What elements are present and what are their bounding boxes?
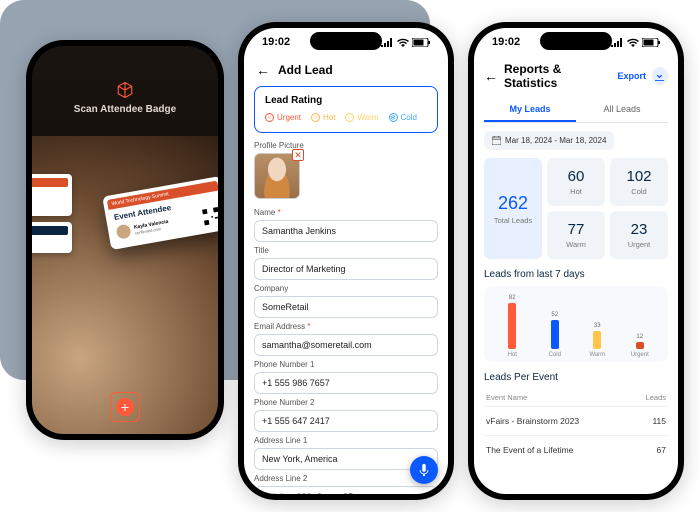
field-label: Phone Number 2 — [254, 398, 438, 407]
input-email-address[interactable]: samantha@someretail.com — [254, 334, 438, 356]
page-title: Add Lead — [278, 63, 333, 77]
phone-scan: Scan Attendee Badge Summit dee 512 669 v… — [26, 40, 224, 440]
rating-cold[interactable]: ❄Cold — [389, 113, 417, 122]
stat-urgent[interactable]: 23Urgent — [610, 211, 668, 259]
events-title: Leads Per Event — [484, 372, 668, 383]
field-label: Name — [254, 208, 438, 217]
date-range-picker[interactable]: Mar 18, 2024 - Mar 18, 2024 — [484, 131, 614, 150]
mini-badge: vs — [32, 222, 72, 253]
event-row[interactable]: vFairs - Brainstorm 2023115 — [484, 406, 668, 435]
scan-title: Scan Attendee Badge — [32, 104, 218, 115]
wifi-icon — [627, 38, 639, 47]
chart-bar: 82Hot — [500, 295, 524, 358]
rating-hot[interactable]: ○Hot — [311, 113, 335, 122]
event-row[interactable]: The Event of a Lifetime67 — [484, 435, 668, 464]
export-button[interactable]: Export — [617, 71, 646, 81]
leads-chart: 82Hot 52Cold 33Warm 12Urgent — [484, 286, 668, 362]
rating-title: Lead Rating — [265, 95, 427, 106]
signal-icon — [611, 38, 624, 47]
plus-icon: + — [116, 398, 134, 416]
qr-icon — [202, 207, 218, 226]
stat-total-leads[interactable]: 262 Total Leads — [484, 158, 542, 259]
input-phone-number-2[interactable]: +1 555 647 2417 — [254, 410, 438, 432]
download-icon — [655, 72, 664, 81]
stat-warm[interactable]: 77Warm — [547, 211, 605, 259]
avatar — [115, 224, 131, 240]
lead-rating-group: Lead Rating ○Urgent ○Hot ○Warm ❄Cold — [254, 86, 438, 133]
input-phone-number-1[interactable]: +1 555 986 7657 — [254, 372, 438, 394]
chart-title: Leads from last 7 days — [484, 269, 668, 280]
field-label: Title — [254, 246, 438, 255]
input-title[interactable]: Director of Marketing — [254, 258, 438, 280]
tab-my-leads[interactable]: My Leads — [484, 98, 576, 122]
microphone-icon — [418, 463, 430, 477]
wifi-icon — [397, 38, 409, 47]
battery-icon — [412, 38, 430, 47]
field-label: Phone Number 1 — [254, 360, 438, 369]
page-title: Reports & Statistics — [504, 62, 605, 90]
remove-photo-button[interactable]: ✕ — [292, 149, 304, 161]
mini-badge: Summit dee 512 669 — [32, 174, 72, 216]
download-button[interactable] — [652, 67, 668, 85]
voice-input-button[interactable] — [410, 456, 438, 484]
battery-icon — [642, 38, 660, 47]
scan-capture-button[interactable]: + — [110, 392, 140, 422]
input-company[interactable]: SomeRetail — [254, 296, 438, 318]
chart-bar: 33Warm — [585, 323, 609, 358]
back-button[interactable]: ← — [256, 62, 270, 78]
profile-picture-label: Profile Picture — [254, 141, 438, 150]
app-logo-icon — [115, 80, 135, 100]
rating-urgent[interactable]: ○Urgent — [265, 113, 301, 122]
phone-reports: 19:02 ← Reports & Statistics Export My L… — [468, 22, 684, 500]
rating-warm[interactable]: ○Warm — [345, 113, 378, 122]
chart-bar: 12Urgent — [628, 334, 652, 358]
status-time: 19:02 — [262, 36, 290, 48]
field-label: Email Address — [254, 322, 438, 331]
tab-all-leads[interactable]: All Leads — [576, 98, 668, 122]
stat-hot[interactable]: 60Hot — [547, 158, 605, 206]
phone-notch — [310, 32, 382, 50]
chart-bar: 52Cold — [543, 312, 567, 358]
back-button[interactable]: ← — [484, 68, 498, 84]
phone-add-lead: 19:02 ← Add Lead Lead Rating ○Urgent ○Hot… — [238, 22, 454, 500]
signal-icon — [381, 38, 394, 47]
field-label: Company — [254, 284, 438, 293]
input-name[interactable]: Samantha Jenkins — [254, 220, 438, 242]
status-time: 19:02 — [492, 36, 520, 48]
events-header: Event NameLeads — [484, 389, 668, 406]
calendar-icon — [492, 136, 501, 145]
field-label: Address Line 1 — [254, 436, 438, 445]
input-address-line-2[interactable]: Building 233, Street 87 — [254, 486, 438, 494]
stat-cold[interactable]: 102Cold — [610, 158, 668, 206]
phone-notch — [540, 32, 612, 50]
